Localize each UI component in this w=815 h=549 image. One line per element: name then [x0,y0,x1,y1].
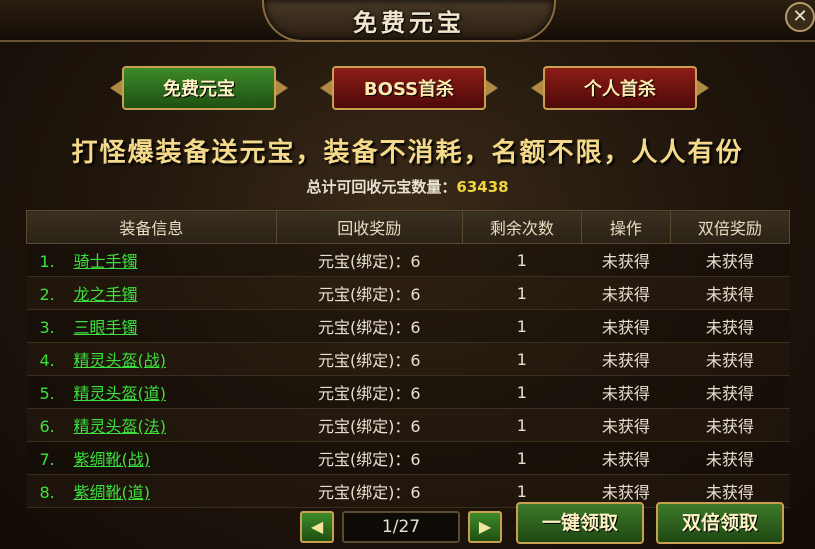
header-action: 操作 [580,210,671,244]
triangle-left-icon: ◀ [310,517,324,536]
total-value: 63438 [456,178,509,196]
window-title-plate: 免费元宝 [262,0,556,42]
window-title: 免费元宝 [353,7,465,37]
equipment-link[interactable]: 紫绸靴(道) [74,483,151,502]
close-button[interactable]: ✕ [785,2,815,32]
table-row: 3. 三眼手镯 元宝(绑定)：6 1 未获得 未获得 [26,309,790,343]
tab-label: 个人首杀 [584,79,656,100]
remaining-cell: 1 [462,243,582,277]
row-index: 6. [39,417,55,436]
row-index: 8. [39,483,55,502]
equipment-link[interactable]: 精灵头盔(战) [74,351,167,370]
remaining-cell: 1 [462,276,582,310]
header-equipment: 装备信息 [26,210,277,244]
action-cell: 未获得 [581,342,671,376]
equipment-link[interactable]: 三眼手镯 [74,318,138,337]
action-cell: 未获得 [581,408,671,442]
prev-page-button[interactable]: ◀ [300,511,334,543]
reward-cell: 元宝(绑定)：6 [276,276,463,310]
equipment-link[interactable]: 龙之手镯 [74,285,138,304]
double-cell: 未获得 [670,309,790,343]
total-label: 总计可回收元宝数量： [306,178,457,196]
equipment-link[interactable]: 紫绸靴(战) [74,450,151,469]
double-cell: 未获得 [670,342,790,376]
reward-cell: 元宝(绑定)：6 [276,309,463,343]
action-cell: 未获得 [581,276,671,310]
promo-slogan: 打怪爆装备送元宝，装备不消耗，名额不限，人人有份 [71,138,744,168]
total-recoverable: 总计可回收元宝数量：63438 [0,176,815,197]
double-claim-button[interactable]: 双倍领取 [656,502,784,544]
reward-cell: 元宝(绑定)：6 [276,474,463,508]
page-indicator: 1/27 [342,511,460,543]
remaining-cell: 1 [462,375,582,409]
remaining-cell: 1 [462,342,582,376]
table-row: 7. 紫绸靴(战) 元宝(绑定)：6 1 未获得 未获得 [26,441,790,475]
row-index: 2. [39,285,55,304]
table-header-row: 装备信息 回收奖励 剩余次数 操作 双倍奖励 [26,210,791,244]
tab-label: 免费元宝 [163,79,235,100]
header-reward: 回收奖励 [275,210,463,244]
reward-cell: 元宝(绑定)：6 [276,375,463,409]
equipment-cell: 6. 精灵头盔(法) [26,408,277,442]
row-index: 7. [39,450,55,469]
table-row: 5. 精灵头盔(道) 元宝(绑定)：6 1 未获得 未获得 [26,375,790,409]
tab-free-yuanbao[interactable]: 免费元宝 [110,66,288,110]
header-remaining: 剩余次数 [461,210,582,244]
double-cell: 未获得 [670,243,790,277]
equipment-link[interactable]: 骑士手镯 [74,252,138,271]
table-row: 4. 精灵头盔(战) 元宝(绑定)：6 1 未获得 未获得 [26,342,790,376]
equipment-cell: 5. 精灵头盔(道) [26,375,277,409]
equipment-cell: 3. 三眼手镯 [26,309,277,343]
table-row: 6. 精灵头盔(法) 元宝(绑定)：6 1 未获得 未获得 [26,408,790,442]
double-cell: 未获得 [670,375,790,409]
triangle-right-icon: ▶ [478,517,492,536]
equipment-cell: 4. 精灵头盔(战) [26,342,277,376]
action-cell: 未获得 [581,375,671,409]
double-cell: 未获得 [670,441,790,475]
claim-all-button[interactable]: 一键领取 [516,502,644,544]
double-cell: 未获得 [670,408,790,442]
row-index: 3. [39,318,55,337]
equipment-cell: 2. 龙之手镯 [26,276,277,310]
reward-cell: 元宝(绑定)：6 [276,342,463,376]
action-cell: 未获得 [581,309,671,343]
reward-cell: 元宝(绑定)：6 [276,441,463,475]
equipment-link[interactable]: 精灵头盔(法) [74,417,167,436]
tab-boss-first-kill[interactable]: BOSS首杀 [320,66,498,110]
remaining-cell: 1 [462,441,582,475]
action-cell: 未获得 [581,441,671,475]
header-double: 双倍奖励 [669,210,791,244]
table-row: 1. 骑士手镯 元宝(绑定)：6 1 未获得 未获得 [26,243,790,277]
action-cell: 未获得 [581,243,671,277]
equipment-cell: 7. 紫绸靴(战) [26,441,277,475]
row-index: 4. [39,351,55,370]
tab-personal-first-kill[interactable]: 个人首杀 [531,66,709,110]
rewards-table: 装备信息 回收奖励 剩余次数 操作 双倍奖励 1. 骑士手镯 元宝(绑定)：6 1… [26,210,791,508]
next-page-button[interactable]: ▶ [468,511,502,543]
reward-cell: 元宝(绑定)：6 [276,408,463,442]
remaining-cell: 1 [462,309,582,343]
equipment-link[interactable]: 精灵头盔(道) [74,384,167,403]
close-icon: ✕ [792,6,808,27]
tab-label: BOSS首杀 [363,79,455,100]
equipment-cell: 1. 骑士手镯 [26,243,277,277]
row-index: 1. [39,252,55,271]
table-row: 2. 龙之手镯 元宝(绑定)：6 1 未获得 未获得 [26,276,790,310]
double-cell: 未获得 [670,276,790,310]
reward-cell: 元宝(绑定)：6 [276,243,463,277]
remaining-cell: 1 [462,408,582,442]
row-index: 5. [39,384,55,403]
equipment-cell: 8. 紫绸靴(道) [26,474,277,508]
